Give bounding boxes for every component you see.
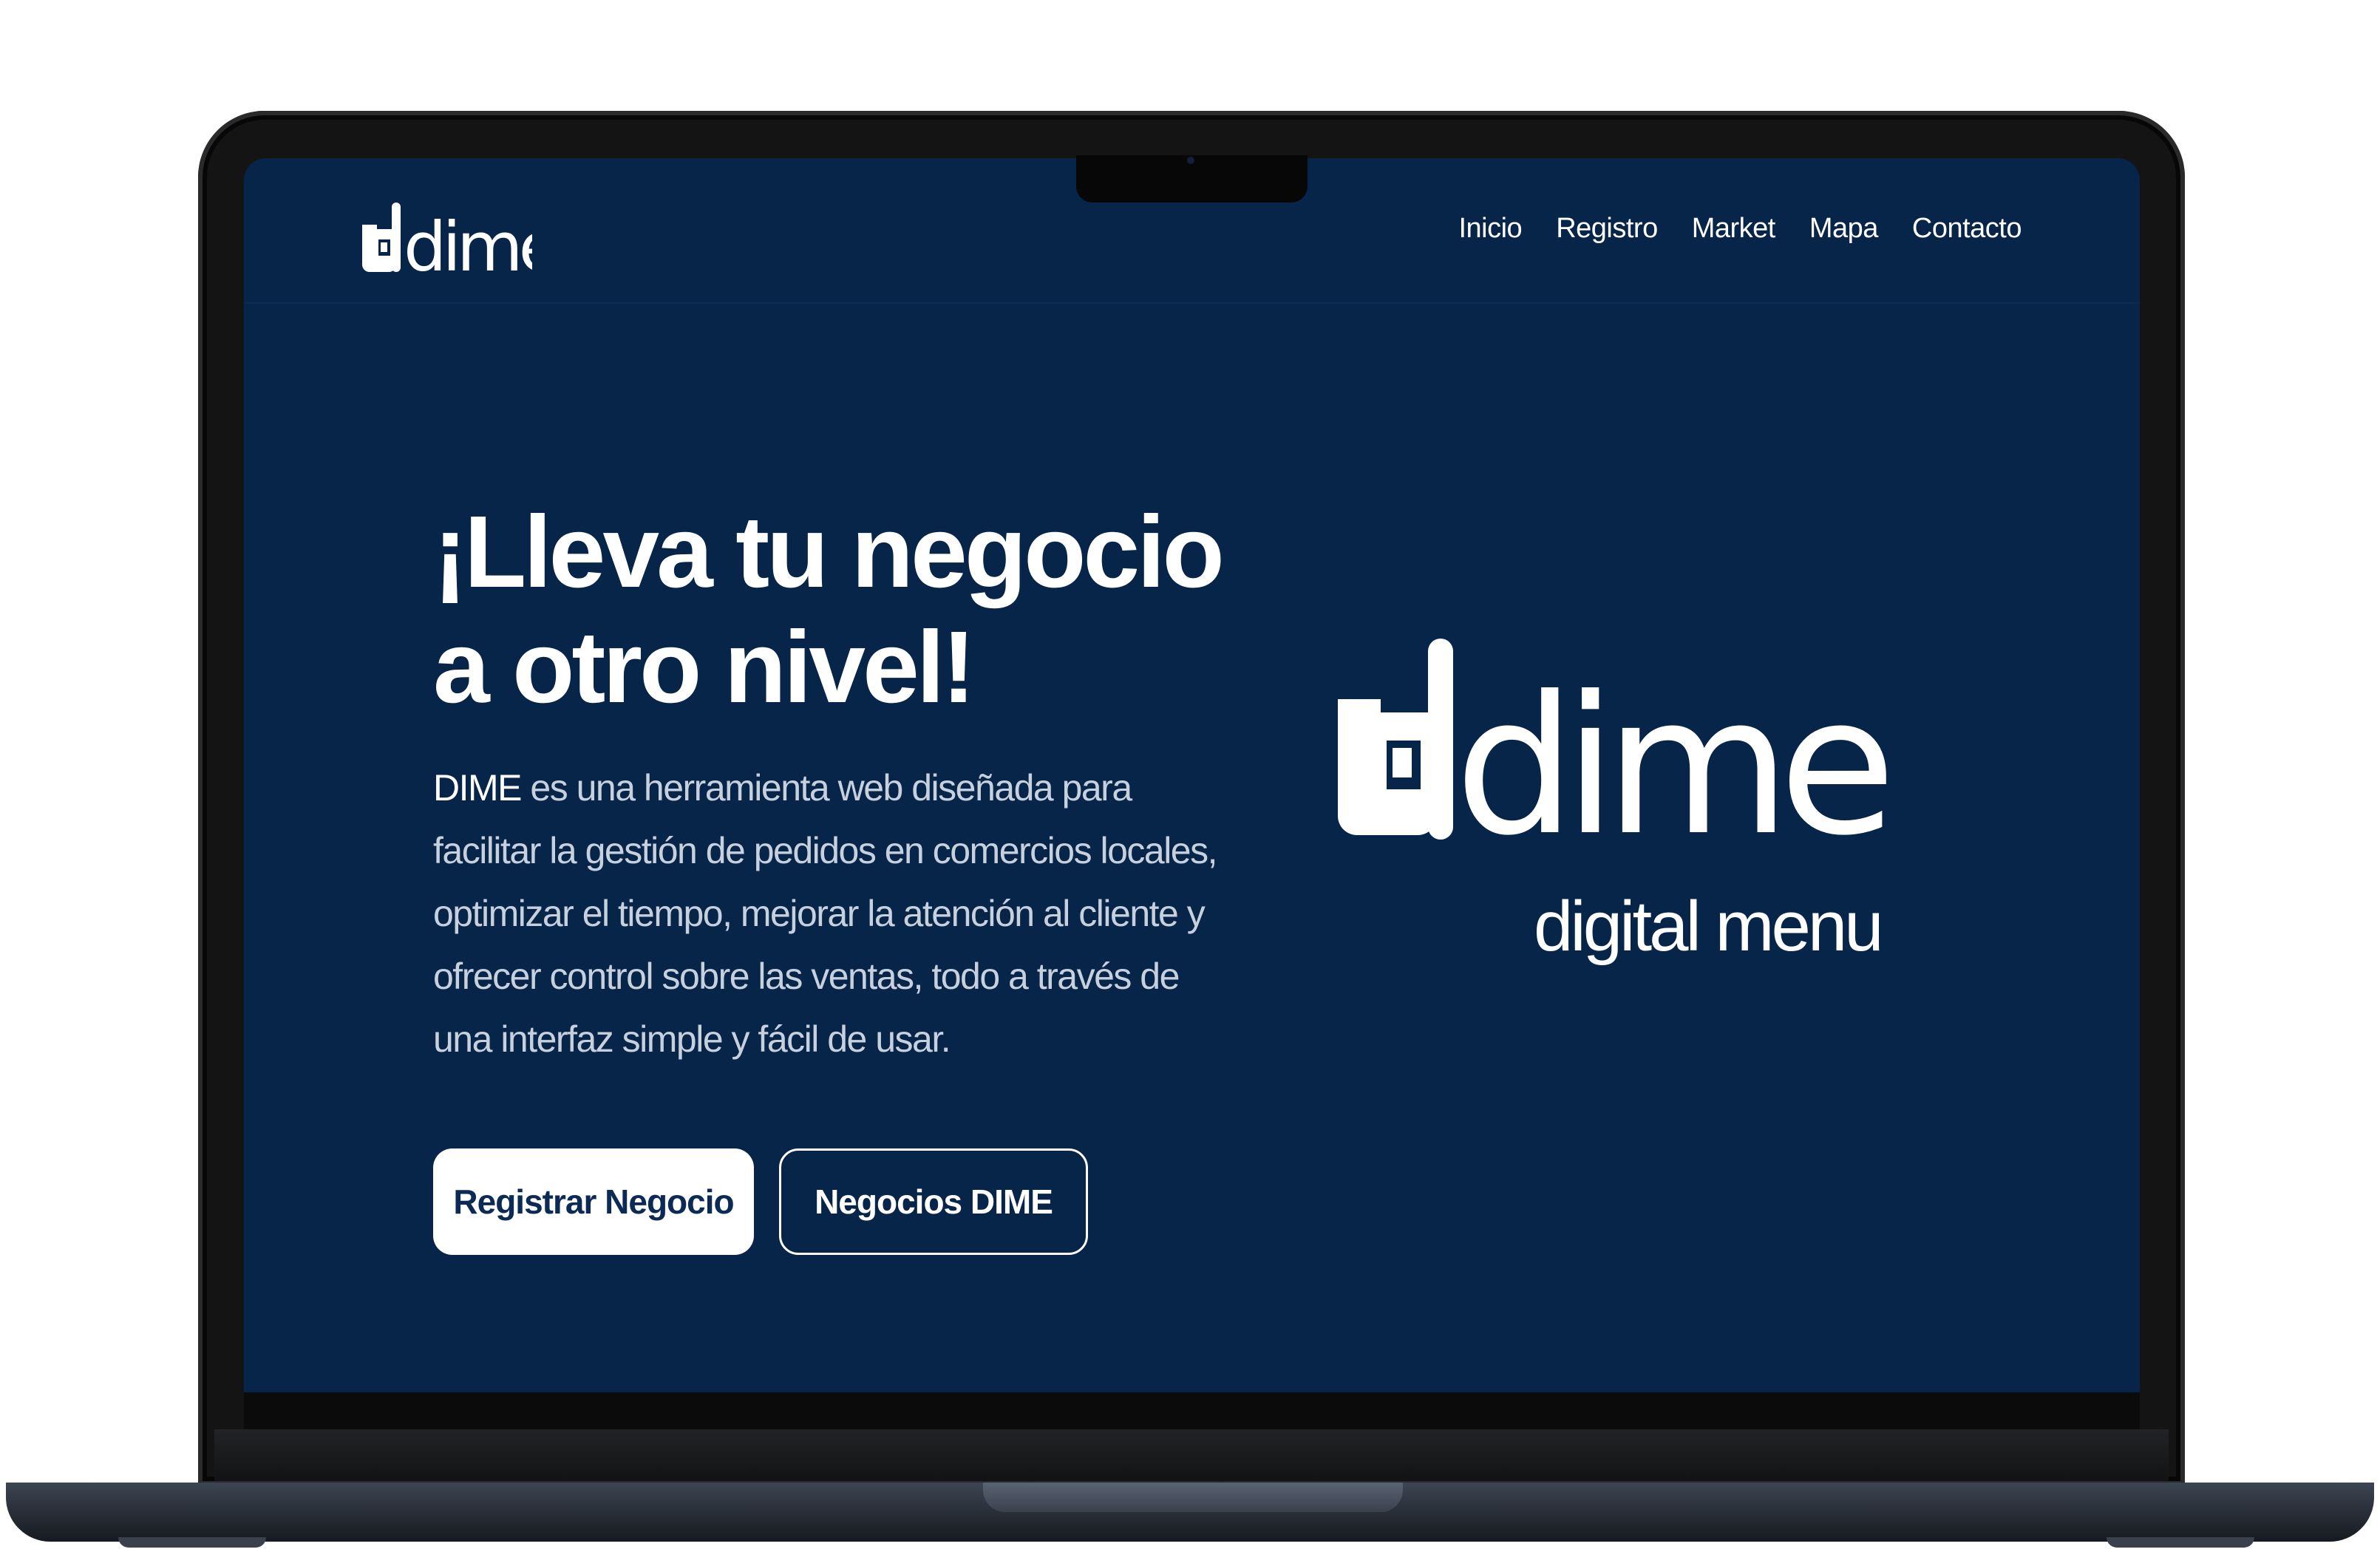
laptop-base-notch xyxy=(983,1483,1403,1512)
camera-icon xyxy=(1187,157,1194,164)
dime-businesses-button[interactable]: Negocios DIME xyxy=(779,1148,1088,1255)
laptop-foot-right xyxy=(2107,1537,2254,1548)
hero-description: DIME es una herramienta web diseñada par… xyxy=(433,757,1246,1071)
nav-link-inicio[interactable]: Inicio xyxy=(1458,213,1522,245)
dime-logo-text: dime xyxy=(404,208,532,278)
hero-description-text: es una herramienta web diseñada para fac… xyxy=(433,767,1218,1060)
screen-notch xyxy=(1076,155,1308,202)
nav-link-market[interactable]: Market xyxy=(1692,213,1776,245)
nav-link-contacto[interactable]: Contacto xyxy=(1912,213,2022,245)
laptop-foot-left xyxy=(118,1537,266,1548)
dime-logo-mark: dime xyxy=(362,202,562,287)
hero-dime-logo-text: dime xyxy=(1455,656,1886,877)
nav-link-registro[interactable]: Registro xyxy=(1556,213,1658,245)
main-navigation: Inicio Registro Market Mapa Contacto xyxy=(1458,213,2022,245)
dime-logo[interactable]: dime xyxy=(362,197,562,287)
screen-bottom-bezel xyxy=(244,1392,2140,1429)
hero-brand-word: DIME xyxy=(433,767,523,809)
hero-title: ¡Lleva tu negocio a otro nivel! xyxy=(433,495,1225,724)
register-business-button[interactable]: Registrar Negocio xyxy=(433,1148,754,1255)
logo-tagline: digital menu xyxy=(1534,887,1884,966)
nav-link-mapa[interactable]: Mapa xyxy=(1809,213,1879,245)
laptop-screen: dime Inicio Registro Market Mapa Contact… xyxy=(244,158,2140,1392)
laptop-hinge xyxy=(214,1429,2169,1481)
